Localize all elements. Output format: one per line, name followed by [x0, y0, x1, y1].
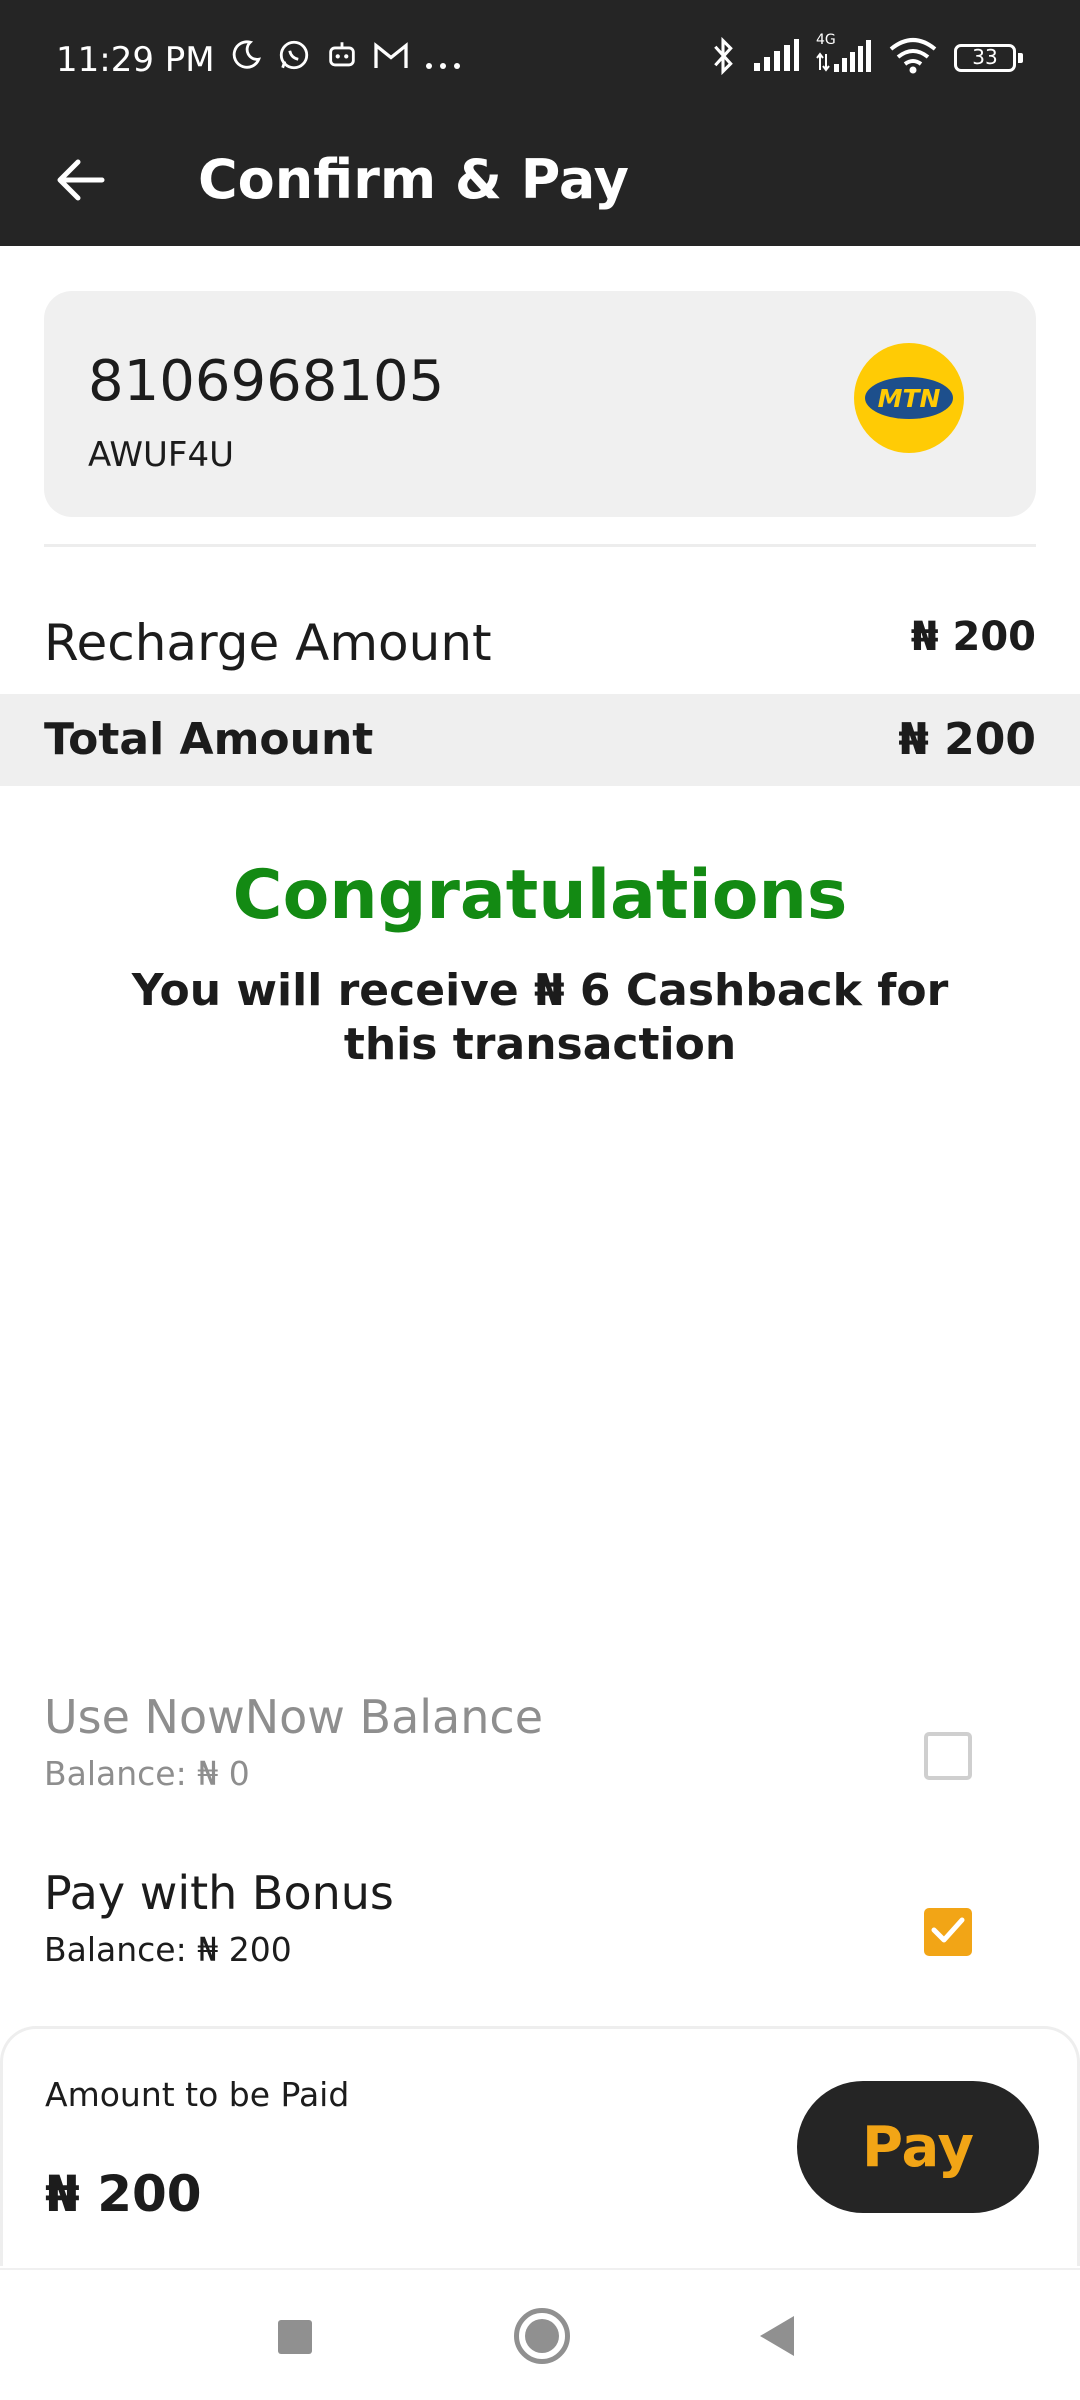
plan-name: AWUF4U [88, 435, 234, 475]
battery-icon: 33 [954, 42, 1024, 74]
recharge-amount-row: Recharge Amount ₦ 200 [0, 600, 1080, 692]
mtn-logo-text: MTN [878, 384, 941, 413]
cashback-message: You will receive ₦ 6 Cashback for this t… [131, 965, 949, 1070]
option-bonus-title: Pay with Bonus [44, 1866, 394, 1920]
network-type: 4G [816, 32, 836, 48]
phone-number: 8106968105 [88, 349, 445, 414]
amount-to-pay-label: Amount to be Paid [45, 2075, 350, 2114]
wifi-icon [888, 37, 938, 79]
total-amount-row: Total Amount ₦ 200 [0, 694, 1080, 786]
recharge-amount-value: ₦ 200 [910, 614, 1036, 660]
system-nav-bar [0, 2268, 1080, 2400]
battery-level: 33 [972, 45, 998, 69]
page-title: Confirm & Pay [198, 148, 629, 211]
pay-panel: Amount to be Paid ₦ 200 Pay [0, 2026, 1080, 2266]
bluetooth-icon [710, 36, 736, 80]
signal-4g-icon: 4G [816, 32, 872, 80]
status-left: 11:29 PM [56, 38, 463, 81]
home-icon-inner [525, 2319, 559, 2353]
checkmark-icon [930, 1915, 966, 1949]
bonus-checkbox[interactable] [924, 1908, 972, 1956]
option-nownow-balance[interactable]: Use NowNow Balance Balance: ₦ 0 [0, 1690, 1080, 1810]
recharge-amount-label: Recharge Amount [44, 614, 492, 672]
status-time: 11:29 PM [56, 39, 215, 80]
total-amount-label: Total Amount [44, 714, 374, 765]
status-right: 4G 33 [710, 32, 1024, 80]
amount-to-pay-value: ₦ 200 [45, 2165, 202, 2223]
mtn-logo: MTN [854, 343, 964, 453]
pay-button[interactable]: Pay [797, 2081, 1039, 2213]
status-bar: 11:29 PM 4G 33 [0, 0, 1080, 120]
home-icon[interactable] [514, 2308, 570, 2364]
back-button[interactable] [44, 146, 116, 218]
app-bar: Confirm & Pay [0, 120, 1080, 246]
option-nownow-balance-text: Balance: ₦ 0 [44, 1754, 250, 1793]
number-card: 8106968105 AWUF4U MTN [44, 291, 1036, 517]
more-dots-icon [423, 40, 463, 80]
signal-icon [752, 39, 800, 77]
arrow-left-icon [54, 158, 106, 206]
option-nownow-title: Use NowNow Balance [44, 1690, 543, 1744]
recent-apps-icon[interactable] [278, 2320, 312, 2354]
option-bonus-balance-text: Balance: ₦ 200 [44, 1930, 292, 1969]
gmail-icon [373, 40, 409, 80]
divider [44, 544, 1036, 547]
whatsapp-icon [277, 38, 311, 81]
congrats-title: Congratulations [232, 856, 848, 935]
moon-icon [229, 38, 263, 81]
back-triangle-icon[interactable] [760, 2316, 794, 2356]
option-pay-with-bonus[interactable]: Pay with Bonus Balance: ₦ 200 [0, 1866, 1080, 1986]
nownow-checkbox[interactable] [924, 1732, 972, 1780]
bot-icon [325, 38, 359, 81]
total-amount-value: ₦ 200 [898, 714, 1036, 765]
